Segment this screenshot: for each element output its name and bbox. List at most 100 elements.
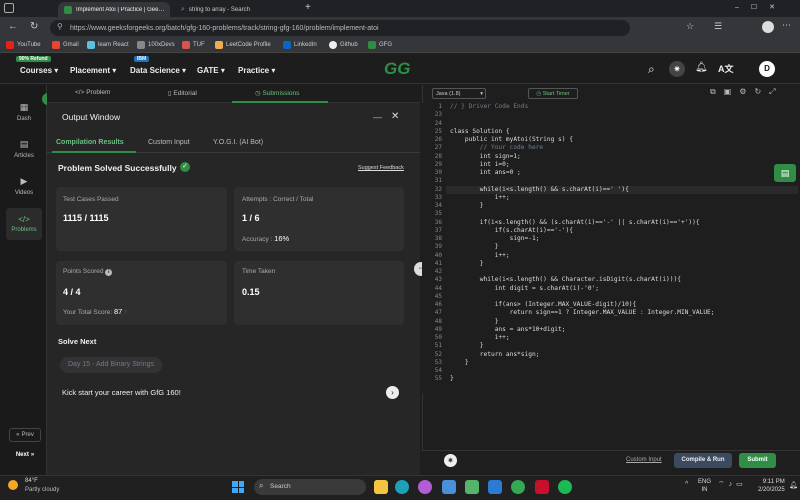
user-avatar[interactable]: D — [759, 61, 775, 77]
bookmark-learn-react[interactable]: learn React — [87, 41, 129, 49]
tray-network-volume-battery-icons[interactable]: ⌔♪▭ — [718, 480, 747, 489]
tab-submissions[interactable]: ◷ Submissions — [255, 89, 299, 97]
code-line[interactable]: while(i<s.length() && Character.isDigit(… — [450, 276, 795, 284]
tab-editorial[interactable]: ▯ Editorial — [168, 89, 197, 97]
next-button[interactable]: Next» — [9, 448, 41, 462]
next-problem-chip[interactable]: Day 15 - Add Binary Strings — [60, 357, 162, 373]
translate-icon[interactable]: A文 — [718, 62, 734, 75]
bookmark-youtube[interactable]: YouTube — [6, 41, 41, 49]
file-explorer-icon[interactable] — [374, 480, 388, 494]
code-line[interactable]: // Your code here — [450, 144, 795, 152]
start-button[interactable] — [232, 481, 244, 493]
bookmark-tuf[interactable]: TUF — [182, 41, 205, 49]
code-line[interactable]: i++; — [450, 334, 795, 342]
tab-compilation-results[interactable]: Compilation Results — [56, 139, 124, 146]
compile-run-button[interactable]: Compile & Run — [674, 453, 732, 468]
rail-item-problems[interactable]: </> Problems — [6, 208, 42, 240]
code-line[interactable]: } — [450, 260, 795, 268]
code-line[interactable]: return sign==1 ? Integer.MAX_VALUE : Int… — [450, 309, 795, 317]
kickstart-arrow-button[interactable]: › — [386, 386, 399, 399]
store-icon[interactable] — [442, 480, 456, 494]
code-line[interactable]: public int myAtoi(String s) { — [450, 136, 795, 144]
favorites-icon[interactable]: ☰ — [714, 21, 722, 32]
menu-icon[interactable]: ⋯ — [782, 20, 791, 31]
photos-icon[interactable] — [465, 480, 479, 494]
code-line[interactable] — [450, 177, 795, 185]
code-line[interactable]: } — [450, 342, 795, 350]
code-line[interactable]: } — [450, 202, 795, 210]
code-line[interactable]: } — [450, 359, 795, 367]
rail-item-dash[interactable]: ▦ Dash — [6, 96, 42, 128]
code-line[interactable]: return ans*sign; — [450, 351, 795, 359]
bookmark-linkedin[interactable]: LinkedIn — [283, 41, 317, 49]
nav-data-science[interactable]: Data Science ▾ — [130, 66, 186, 75]
bookmark-star-icon[interactable]: ☆ — [686, 21, 694, 32]
rail-item-videos[interactable]: ▶ Videos — [6, 170, 42, 202]
tray-lang[interactable]: ENG IN — [698, 478, 711, 494]
editor-toolbar-icons[interactable]: ⧉▣⚙↻⤢ — [710, 87, 784, 97]
suggest-feedback-link[interactable]: Suggest Feedback — [358, 165, 404, 171]
code-line[interactable] — [450, 210, 795, 218]
tab-problem[interactable]: </> Problem — [75, 89, 110, 96]
bookmark-100xdevs[interactable]: 100xDevs — [137, 41, 175, 49]
code-line[interactable]: while(i<s.length() && s.charAt(i)==' '){ — [450, 186, 795, 194]
tray-clock[interactable]: 9:11 PM 2/20/2025 — [758, 478, 785, 494]
chat-fab-button[interactable]: ▤ — [774, 164, 796, 182]
info-icon[interactable]: i — [105, 269, 113, 276]
edge-icon[interactable] — [395, 480, 409, 494]
code-area[interactable]: // } Driver Code Ends class Solution { pu… — [450, 103, 795, 393]
code-line[interactable]: sign=-1; — [450, 235, 795, 243]
code-line[interactable]: class Solution { — [450, 128, 795, 136]
code-line[interactable] — [450, 111, 795, 119]
bookmark-gmail[interactable]: Gmail — [52, 41, 79, 49]
code-line[interactable]: } — [450, 375, 795, 383]
code-line[interactable]: int i=0; — [450, 161, 795, 169]
back-icon[interactable]: ← — [8, 21, 18, 32]
notification-bell-icon[interactable]: 🔔︎ — [695, 62, 708, 73]
chrome-icon[interactable] — [511, 480, 525, 494]
submit-button[interactable]: Submit — [739, 453, 776, 468]
language-select[interactable]: Java (1.8) ▾ — [432, 88, 486, 99]
code-line[interactable]: i++; — [450, 194, 795, 202]
code-line[interactable]: // } Driver Code Ends — [450, 103, 795, 111]
code-line[interactable]: i++; — [450, 252, 795, 260]
prev-button[interactable]: «Prev — [9, 428, 41, 442]
mcafee-icon[interactable] — [535, 480, 549, 494]
nav-courses[interactable]: Courses ▾ — [20, 66, 58, 75]
gfg-logo[interactable]: GG — [384, 59, 410, 79]
browser-tab-search[interactable]: ⌕ string to array - Search — [175, 2, 295, 17]
bookmark-gfg[interactable]: GFG — [368, 41, 392, 49]
vscode-icon[interactable] — [488, 480, 502, 494]
notifications-icon[interactable]: 🔔︎ — [789, 481, 798, 489]
browser-tab-active[interactable]: Implement Atoi | Practice | GeeksforGeek… — [58, 2, 170, 17]
code-line[interactable] — [450, 120, 795, 128]
copilot-icon[interactable] — [418, 480, 432, 494]
ai-assist-icon[interactable]: ✷ — [444, 454, 457, 467]
rail-item-articles[interactable]: ▤ Articles — [6, 133, 42, 165]
nav-gate[interactable]: GATE ▾ — [197, 66, 225, 75]
bookmark-leetcode[interactable]: LeetCode Profile — [215, 41, 271, 49]
refresh-icon[interactable]: ↻ — [30, 21, 38, 32]
code-line[interactable]: ans = ans*10+digit; — [450, 326, 795, 334]
code-line[interactable] — [450, 367, 795, 375]
taskbar-search[interactable]: Search — [254, 479, 366, 495]
tab-yogi-bot[interactable]: Y.O.G.I. (AI Bot) — [213, 139, 263, 146]
code-line[interactable]: if(i<s.length() && (s.charAt(i)=='-' || … — [450, 219, 795, 227]
bookmark-github[interactable]: Github — [329, 41, 358, 49]
code-line[interactable]: if(ans> (Integer.MAX_VALUE-digit)/10){ — [450, 301, 795, 309]
start-timer-button[interactable]: ◷ Start Timer — [528, 88, 578, 99]
close-icon[interactable]: ✕ — [391, 111, 399, 122]
code-line[interactable]: int digit = s.charAt(i)-'0'; — [450, 285, 795, 293]
code-line[interactable] — [450, 268, 795, 276]
tray-chevron-icon[interactable]: ^ — [685, 481, 688, 488]
spotify-icon[interactable] — [558, 480, 572, 494]
search-icon[interactable]: ⌕ — [648, 62, 655, 77]
window-controls[interactable]: –☐✕ — [735, 3, 787, 11]
custom-input-link[interactable]: Custom Input — [626, 457, 662, 463]
url-input[interactable]: https://www.geeksforgeeks.org/batch/gfg-… — [50, 20, 630, 36]
site-info-icon[interactable]: ⚲ — [57, 22, 63, 31]
tab-actions-icon[interactable] — [4, 3, 14, 13]
theme-toggle-icon[interactable]: ✷ — [669, 61, 685, 77]
code-line[interactable]: } — [450, 243, 795, 251]
minimize-icon[interactable]: — — [373, 112, 382, 122]
